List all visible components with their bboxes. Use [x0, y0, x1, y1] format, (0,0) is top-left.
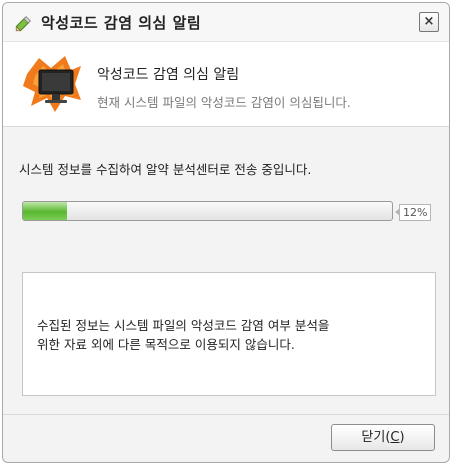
title-bar[interactable]: 악성코드 감염 의심 알림 ×: [3, 3, 449, 41]
header-subtitle: 현재 시스템 파일의 악성코드 감염이 의심됩니다.: [97, 95, 351, 110]
progress-fill: [23, 202, 68, 220]
close-button-label-suffix: ): [399, 430, 405, 445]
close-button[interactable]: 닫기(C): [331, 424, 435, 451]
progress-percent: 12%: [394, 204, 432, 221]
status-message: 시스템 정보를 수집하여 알약 분석센터로 전송 중입니다.: [19, 162, 312, 177]
info-text: 수집된 정보는 시스템 파일의 악성코드 감염 여부 분석을 위한 자료 외에 …: [37, 318, 330, 352]
close-icon[interactable]: ×: [419, 12, 439, 32]
alert-dialog: 악성코드 감염 의심 알림 × 악성코드 감염 의심 알림 현재 시스템 파일의…: [2, 2, 450, 463]
pencil-icon: [13, 12, 35, 34]
footer-divider: [3, 414, 449, 415]
progress-bar: [22, 201, 393, 221]
header-panel: 악성코드 감염 의심 알림 현재 시스템 파일의 악성코드 감염이 의심됩니다.: [3, 41, 449, 127]
computer-warning-icon: [21, 54, 83, 114]
window-title: 악성코드 감염 의심 알림: [41, 14, 202, 32]
close-button-label-prefix: 닫기(: [361, 430, 391, 445]
close-button-hotkey: C: [390, 430, 400, 445]
info-box: 수집된 정보는 시스템 파일의 악성코드 감염 여부 분석을 위한 자료 외에 …: [22, 272, 436, 396]
header-title: 악성코드 감염 의심 알림: [97, 67, 240, 83]
